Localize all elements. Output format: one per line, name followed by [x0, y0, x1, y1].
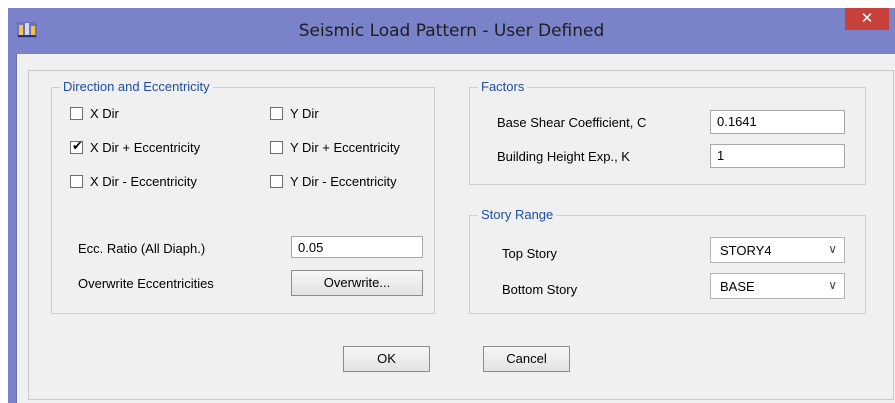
x-dir-minus-ecc-label: X Dir - Eccentricity	[90, 174, 197, 189]
top-story-label: Top Story	[502, 246, 557, 261]
y-dir-minus-ecc-label: Y Dir - Eccentricity	[290, 174, 397, 189]
checkbox-box[interactable]	[270, 141, 283, 154]
window-title: Seismic Load Pattern - User Defined	[298, 21, 605, 41]
y-dir-checkbox[interactable]: Y Dir	[270, 106, 319, 121]
bottom-story-label: Bottom Story	[502, 282, 578, 297]
overwrite-eccentricities-label: Overwrite Eccentricities	[78, 276, 214, 291]
dialog-window: Seismic Load Pattern - User Defined ✕ Di…	[8, 8, 895, 403]
bottom-story-value: BASE	[720, 279, 755, 294]
ecc-ratio-input[interactable]: 0.05	[291, 236, 423, 258]
x-dir-label: X Dir	[90, 106, 119, 121]
close-icon: ✕	[860, 10, 874, 27]
y-dir-plus-ecc-label: Y Dir + Eccentricity	[290, 140, 400, 155]
top-story-select[interactable]: STORY4 ∨	[710, 237, 845, 263]
story-range-group: Story Range Top Story STORY4 ∨ Bottom St…	[469, 207, 866, 314]
base-shear-label: Base Shear Coefficient, C	[497, 115, 647, 130]
dialog-frame: Direction and Eccentricity X Dir Y Dir ✔…	[28, 70, 894, 400]
x-dir-plus-ecc-label: X Dir + Eccentricity	[90, 140, 201, 155]
height-exp-input[interactable]: 1	[710, 144, 845, 168]
ok-button[interactable]: OK	[343, 346, 430, 372]
factors-group-title: Factors	[478, 79, 528, 94]
checkbox-box[interactable]	[270, 175, 283, 188]
title-bar: Seismic Load Pattern - User Defined ✕	[8, 8, 895, 54]
story-range-group-title: Story Range	[478, 207, 557, 222]
checkbox-box[interactable]	[270, 107, 283, 120]
direction-group-title: Direction and Eccentricity	[60, 79, 213, 94]
direction-eccentricity-group: Direction and Eccentricity X Dir Y Dir ✔…	[51, 79, 435, 314]
base-shear-input[interactable]: 0.1641	[710, 110, 845, 134]
ecc-ratio-label: Ecc. Ratio (All Diaph.)	[78, 241, 206, 256]
cancel-button[interactable]: Cancel	[483, 346, 570, 372]
y-dir-label: Y Dir	[290, 106, 319, 121]
chevron-down-icon: ∨	[828, 242, 837, 256]
factors-group: Factors Base Shear Coefficient, C 0.1641…	[469, 79, 866, 185]
y-dir-minus-ecc-checkbox[interactable]: Y Dir - Eccentricity	[270, 174, 397, 189]
x-dir-checkbox[interactable]: X Dir	[70, 106, 119, 121]
top-story-value: STORY4	[720, 243, 772, 258]
chevron-down-icon: ∨	[828, 278, 837, 292]
dialog-body: Direction and Eccentricity X Dir Y Dir ✔…	[16, 54, 895, 403]
checkbox-box[interactable]: ✔	[70, 138, 83, 154]
checkbox-box[interactable]	[70, 107, 83, 120]
x-dir-plus-ecc-checkbox[interactable]: ✔ X Dir + Eccentricity	[70, 138, 201, 155]
height-exp-label: Building Height Exp., K	[497, 149, 630, 164]
x-dir-minus-ecc-checkbox[interactable]: X Dir - Eccentricity	[70, 174, 197, 189]
close-button[interactable]: ✕	[845, 8, 889, 30]
checkbox-box[interactable]	[70, 175, 83, 188]
overwrite-button[interactable]: Overwrite...	[291, 270, 423, 296]
bottom-story-select[interactable]: BASE ∨	[710, 273, 845, 299]
checkmark-icon: ✔	[72, 138, 83, 153]
y-dir-plus-ecc-checkbox[interactable]: Y Dir + Eccentricity	[270, 140, 400, 155]
